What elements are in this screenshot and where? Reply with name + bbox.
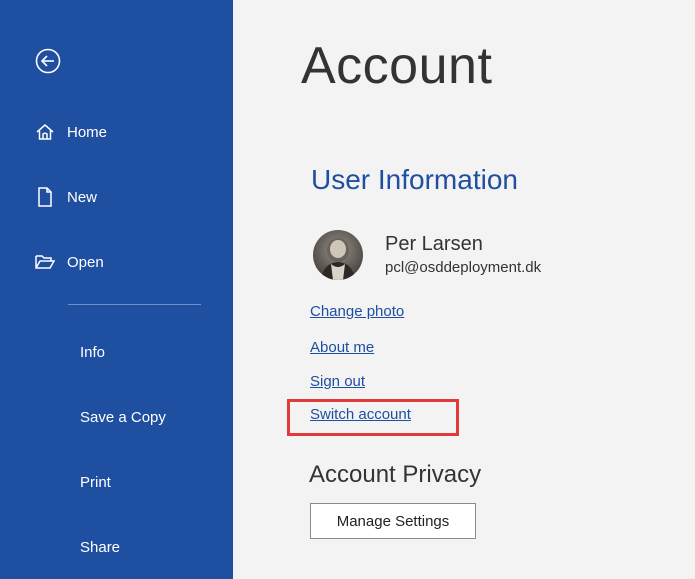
sidebar-item-label: Open — [67, 253, 104, 271]
sidebar-divider — [68, 304, 201, 305]
folder-open-icon — [34, 251, 56, 273]
sidebar-item-new[interactable]: New — [0, 172, 233, 222]
sidebar-item-save-a-copy[interactable]: Save a Copy — [0, 392, 233, 442]
new-document-icon — [34, 186, 56, 208]
sidebar-item-label: New — [67, 188, 98, 206]
sidebar-item-label: Share — [80, 538, 121, 556]
back-button[interactable] — [33, 46, 63, 76]
backstage-sidebar: Home New Open Info Save a Copy Print Sha… — [0, 0, 233, 579]
sidebar-item-info[interactable]: Info — [0, 327, 233, 377]
change-photo-link[interactable]: Change photo — [310, 303, 404, 320]
sidebar-item-label: Print — [80, 473, 111, 491]
user-email: pcl@osddeployment.dk — [385, 259, 542, 276]
home-icon — [34, 121, 56, 143]
highlight-box — [287, 399, 459, 436]
sidebar-item-label: Home — [67, 123, 108, 141]
sidebar-item-label: Save a Copy — [80, 408, 166, 426]
avatar — [313, 230, 363, 280]
user-information-heading: User Information — [311, 164, 518, 195]
sidebar-item-label: Info — [80, 343, 106, 361]
account-privacy-heading: Account Privacy — [309, 461, 482, 488]
sidebar-item-share[interactable]: Share — [0, 522, 233, 572]
account-pane: Account User Information Per Larsen pcl@… — [233, 0, 695, 579]
page-title: Account — [301, 37, 493, 95]
sidebar-item-print[interactable]: Print — [0, 457, 233, 507]
sidebar-item-open[interactable]: Open — [0, 237, 233, 287]
user-name: Per Larsen — [385, 233, 483, 255]
about-me-link[interactable]: About me — [310, 339, 374, 356]
sign-out-link[interactable]: Sign out — [310, 373, 365, 390]
sidebar-item-home[interactable]: Home — [0, 107, 233, 157]
manage-settings-button[interactable]: Manage Settings — [310, 503, 476, 539]
back-arrow-icon — [35, 48, 61, 74]
